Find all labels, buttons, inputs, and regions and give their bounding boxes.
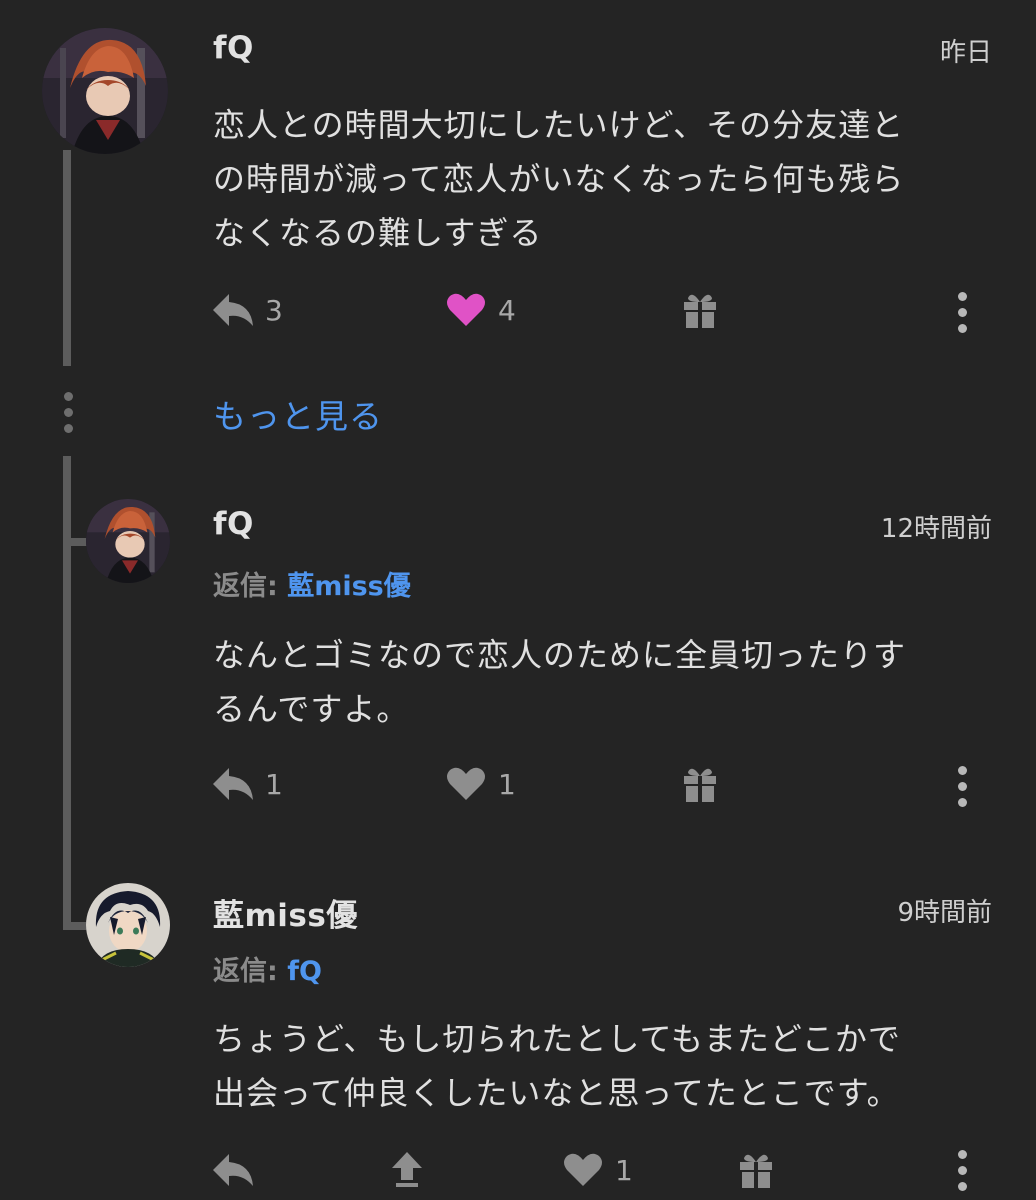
- reply-count: 1: [265, 767, 283, 801]
- comment-body: なんとゴミなので恋人のために全員切ったりす るんですよ。: [213, 628, 1003, 736]
- reply-button[interactable]: [213, 1152, 253, 1188]
- reply-button[interactable]: 3: [213, 292, 283, 328]
- like-count: 1: [498, 767, 516, 801]
- comment-body: 恋人との時間大切にしたいけど、その分友達と の時間が減って恋人がいなくなったら何…: [213, 98, 1003, 260]
- gift-icon: [684, 768, 716, 802]
- show-more-link[interactable]: もっと見る: [213, 390, 383, 438]
- reply-to-label: 返信: fQ: [213, 949, 322, 988]
- gift-button[interactable]: [738, 1152, 774, 1188]
- heart-icon: [447, 293, 485, 326]
- avatar[interactable]: [42, 28, 168, 154]
- more-options-icon[interactable]: [957, 1150, 967, 1198]
- more-options-icon[interactable]: [957, 292, 967, 340]
- thread-branch-2: [63, 922, 87, 930]
- reply-prefix: 返信:: [213, 571, 278, 602]
- gift-button[interactable]: [682, 766, 718, 802]
- reply-count: 3: [265, 293, 283, 327]
- avatar[interactable]: [86, 499, 170, 583]
- reply-icon: [213, 768, 253, 800]
- heart-icon: [447, 767, 485, 800]
- comment-body-line: の時間が減って恋人がいなくなったら何も残ら: [213, 160, 905, 198]
- thread-line-bottom: [63, 456, 71, 926]
- comment-username[interactable]: 藍miss優: [213, 890, 358, 935]
- gift-icon: [684, 294, 716, 328]
- comment-timestamp: 12時間前: [880, 514, 992, 544]
- comment-body: ちょうど、もし切られたとしてもまたどこかで 出会って仲良くしたいなと思ってたとこ…: [213, 1012, 1003, 1120]
- comment-body-line: なんとゴミなので恋人のために全員切ったりす: [213, 636, 907, 674]
- like-button[interactable]: 1: [446, 766, 516, 802]
- gift-button[interactable]: [682, 292, 718, 328]
- thread-line-top: [63, 150, 71, 366]
- comment-body-line: なくなるの難しすぎる: [213, 214, 543, 252]
- reply-button[interactable]: 1: [213, 766, 283, 802]
- upvote-button[interactable]: [390, 1150, 424, 1188]
- like-count: 4: [498, 293, 516, 327]
- comment-body-line: 恋人との時間大切にしたいけど、その分友達と: [213, 106, 905, 144]
- reply-target-link[interactable]: 藍miss優: [287, 571, 411, 602]
- reply-icon: [213, 1154, 253, 1186]
- avatar[interactable]: [86, 883, 170, 967]
- comment-timestamp: 9時間前: [897, 898, 992, 928]
- thread-branch-1: [63, 538, 87, 546]
- more-options-icon[interactable]: [957, 766, 967, 814]
- comment-body-line: ちょうど、もし切られたとしてもまたどこかで: [213, 1020, 901, 1058]
- reply-to-label: 返信: 藍miss優: [213, 564, 411, 603]
- comment-timestamp: 昨日: [939, 38, 992, 68]
- reply-prefix: 返信:: [213, 956, 278, 987]
- comment-username[interactable]: fQ: [213, 30, 254, 66]
- upvote-icon: [392, 1152, 422, 1187]
- like-button[interactable]: 1: [563, 1152, 633, 1188]
- like-count: 1: [615, 1153, 633, 1187]
- comment-username[interactable]: fQ: [213, 506, 254, 542]
- heart-icon: [564, 1153, 602, 1186]
- gift-icon: [740, 1154, 772, 1188]
- collapsed-thread-dots[interactable]: [63, 392, 73, 440]
- reply-target-link[interactable]: fQ: [287, 956, 322, 987]
- reply-icon: [213, 294, 253, 326]
- comment-body-line: 出会って仲良くしたいなと思ってたとこです。: [213, 1074, 900, 1112]
- comment-body-line: るんですよ。: [213, 690, 410, 728]
- like-button[interactable]: 4: [446, 292, 516, 328]
